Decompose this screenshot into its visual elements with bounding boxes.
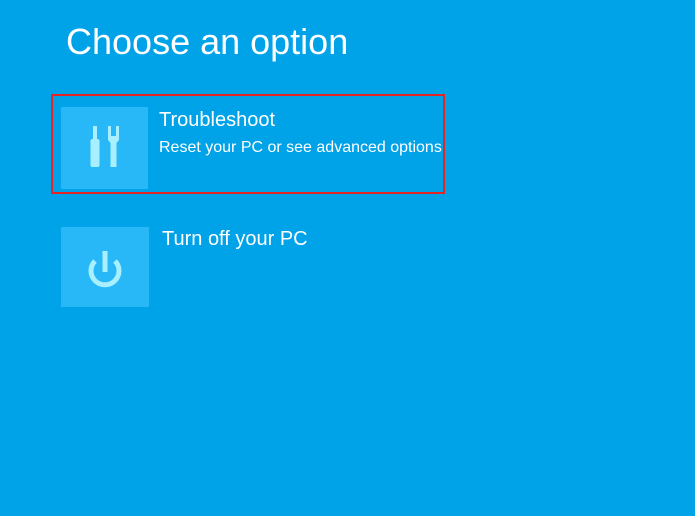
page-title: Choose an option bbox=[66, 21, 349, 62]
troubleshoot-title: Troubleshoot bbox=[159, 109, 275, 131]
turn-off-tile bbox=[61, 227, 149, 307]
tools-icon bbox=[90, 126, 119, 167]
turn-off-title: Turn off your PC bbox=[162, 228, 308, 250]
troubleshoot-option[interactable]: Troubleshoot Reset your PC or see advanc… bbox=[51, 94, 445, 194]
troubleshoot-tile bbox=[61, 107, 148, 189]
turn-off-option[interactable]: Turn off your PC bbox=[61, 227, 361, 307]
power-icon bbox=[88, 251, 122, 288]
troubleshoot-description: Reset your PC or see advanced options bbox=[159, 139, 442, 156]
